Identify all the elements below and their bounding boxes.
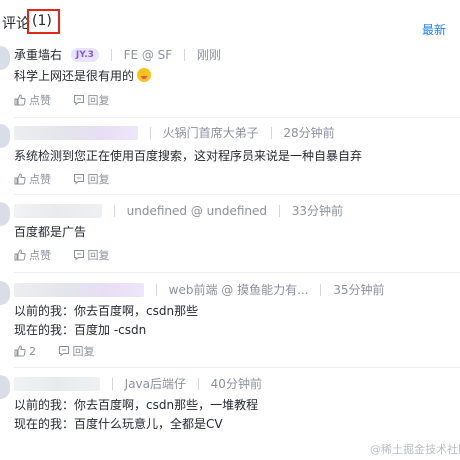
comment-icon <box>73 250 84 261</box>
thumbs-up-icon <box>14 173 26 185</box>
comment-time: 28分钟前 <box>283 126 335 140</box>
divider <box>278 204 280 217</box>
avatar[interactable] <box>0 375 10 399</box>
comment-line: 以前的我：你去百度啊，csdn那些，一堆教程 <box>14 398 259 412</box>
avatar[interactable] <box>0 202 10 226</box>
avatar[interactable] <box>0 281 10 305</box>
comment-line: 科学上网还是很有用的 <box>14 69 135 83</box>
reply-label: 回复 <box>87 249 110 262</box>
comment-meta: Java后端仔 40分钟前 <box>14 375 262 393</box>
comment-count: (1) <box>32 13 52 29</box>
reply-button[interactable]: 回复 <box>73 171 110 187</box>
reply-label: 回复 <box>87 94 110 107</box>
comment-line: 系统检测到您正在使用百度搜索，这对程序员来说是一种自暴自弃 <box>14 149 363 163</box>
comment-icon <box>58 346 69 357</box>
like-count: 2 <box>29 344 36 358</box>
divider <box>184 48 186 61</box>
blurred-author-name <box>14 282 144 297</box>
comment-line: 现在的我：百度加 -csdn <box>14 323 147 337</box>
thumbs-up-icon <box>14 345 26 357</box>
author-role: 火锅门首席大弟子 <box>162 126 259 140</box>
divider <box>155 283 157 296</box>
comment-icon <box>73 174 84 185</box>
comment-meta: 承重墙右 JY.3 FE @ SF 刚刚 <box>14 46 221 64</box>
reply-label: 回复 <box>72 345 95 358</box>
level-badge: JY.3 <box>70 47 99 62</box>
divider <box>270 126 272 139</box>
comment-divider <box>14 117 460 118</box>
like-button[interactable]: 点赞 <box>14 247 51 263</box>
comment-content: 科学上网还是很有用的 <box>14 67 152 86</box>
comment-line: 现在的我：百度什么玩意儿，全都是CV <box>14 417 223 431</box>
watermark: @稀土掘金技术社区 <box>370 443 460 456</box>
reply-button[interactable]: 回复 <box>58 343 95 359</box>
blurred-author-name <box>14 125 138 140</box>
comment-meta: 火锅门首席大弟子 28分钟前 <box>14 124 335 142</box>
comment-time: 40分钟前 <box>210 377 262 391</box>
divider <box>197 377 199 390</box>
author-name[interactable]: 承重墙右 <box>14 46 62 63</box>
emoji-icon <box>137 68 152 82</box>
comment-divider <box>14 194 460 195</box>
blurred-author-name <box>14 203 102 218</box>
comment-content: 百度都是广告 <box>14 223 86 242</box>
comment-content: 系统检测到您正在使用百度搜索，这对程序员来说是一种自暴自弃 <box>14 147 362 166</box>
comments-title: 评论 <box>2 16 30 32</box>
like-button[interactable]: 点赞 <box>14 92 51 108</box>
avatar[interactable] <box>0 124 10 148</box>
comment-time: 刚刚 <box>196 48 221 62</box>
thumbs-up-icon <box>14 94 26 106</box>
divider <box>113 204 115 217</box>
divider <box>320 283 322 296</box>
like-label: 点赞 <box>29 249 51 262</box>
author-role: Java后端仔 <box>124 377 187 391</box>
like-label: 点赞 <box>29 94 51 107</box>
comment-icon <box>73 95 84 106</box>
reply-label: 回复 <box>87 173 110 186</box>
comment-line: 以前的我：你去百度啊，csdn那些 <box>14 304 199 318</box>
comment-divider <box>14 367 460 368</box>
blurred-author-name <box>14 376 100 391</box>
comment-time: 35分钟前 <box>333 283 385 297</box>
author-role: FE @ SF <box>123 47 173 62</box>
author-role: undefined @ undefined <box>126 203 268 218</box>
divider <box>110 48 112 61</box>
comment-content: 以前的我：你去百度啊，csdn那些 现在的我：百度加 -csdn <box>14 302 198 340</box>
comment-meta: web前端 @ 摸鱼能力有... 35分钟前 <box>14 281 384 299</box>
comment-line: 百度都是广告 <box>14 225 87 239</box>
comment-actions: 点赞 回复 <box>14 92 128 109</box>
thumbs-up-icon <box>14 249 26 261</box>
comment-divider <box>14 272 460 273</box>
comment-time: 33分钟前 <box>291 204 343 218</box>
comment-meta: undefined @ undefined 33分钟前 <box>14 202 343 220</box>
comment-actions: 点赞 回复 <box>14 247 128 264</box>
reply-button[interactable]: 回复 <box>73 247 110 263</box>
comment-count-highlight: (1) <box>27 9 60 34</box>
comments-header: 评论 (1) 最新 <box>0 0 460 46</box>
like-label: 点赞 <box>29 173 51 186</box>
avatar[interactable] <box>0 46 10 70</box>
author-role: web前端 @ 摸鱼能力有... <box>168 283 309 297</box>
comment-actions: 2 回复 <box>14 343 113 360</box>
sort-latest-tab[interactable]: 最新 <box>422 21 446 38</box>
divider <box>111 377 113 390</box>
divider <box>149 126 151 139</box>
comment-content: 以前的我：你去百度啊，csdn那些，一堆教程 现在的我：百度什么玩意儿，全都是C… <box>14 396 258 434</box>
like-button[interactable]: 2 <box>14 345 36 358</box>
like-button[interactable]: 点赞 <box>14 171 51 187</box>
comment-actions: 点赞 回复 <box>14 171 128 188</box>
reply-button[interactable]: 回复 <box>73 92 110 108</box>
